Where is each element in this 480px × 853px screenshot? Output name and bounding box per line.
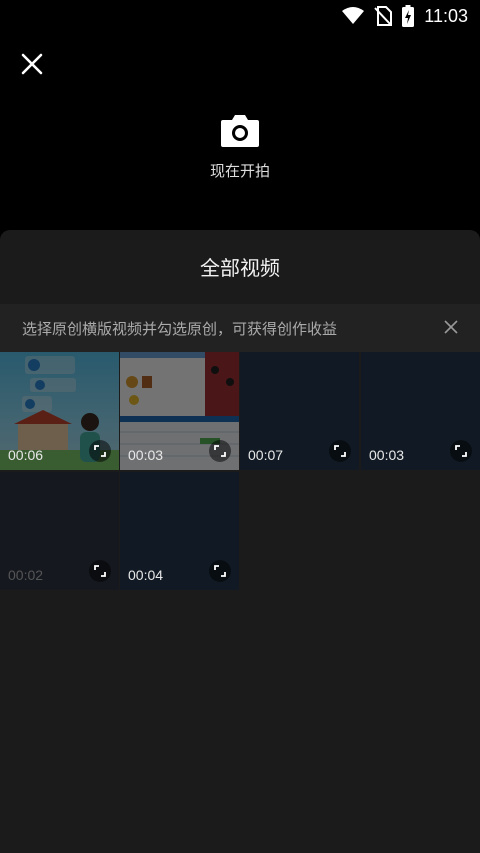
- video-duration: 00:06: [8, 447, 44, 463]
- tip-close-icon[interactable]: [444, 320, 458, 334]
- video-duration: 00:02: [8, 567, 44, 583]
- status-bar: 11:03: [0, 0, 480, 34]
- video-thumb[interactable]: 00:07: [240, 352, 359, 470]
- original-tip-bar: 选择原创横版视频并勾选原创，可获得创作收益: [0, 304, 480, 352]
- camera-icon: [221, 115, 259, 147]
- video-picker-sheet: 全部视频 选择原创横版视频并勾选原创，可获得创作收益 00:06 00:03 0…: [0, 230, 480, 853]
- video-duration: 00:03: [369, 447, 405, 463]
- tip-text: 选择原创横版视频并勾选原创，可获得创作收益: [22, 320, 338, 338]
- status-time: 11:03: [424, 5, 468, 26]
- video-thumb[interactable]: 00:06: [0, 352, 119, 470]
- video-thumb[interactable]: 00:03: [120, 352, 239, 470]
- video-duration: 00:04: [128, 567, 164, 583]
- expand-icon[interactable]: [329, 440, 351, 462]
- battery-charging-icon: [402, 5, 415, 27]
- video-thumb[interactable]: 00:02: [0, 472, 119, 590]
- status-icons: 11:03: [342, 5, 468, 27]
- expand-icon[interactable]: [89, 440, 111, 462]
- video-duration: 00:07: [248, 447, 284, 463]
- no-sim-icon: [374, 6, 393, 26]
- close-icon[interactable]: [18, 50, 46, 78]
- expand-icon[interactable]: [450, 440, 472, 462]
- wifi-icon: [342, 7, 365, 24]
- video-thumb[interactable]: 00:03: [361, 352, 480, 470]
- shoot-now-button[interactable]: 现在开拍: [190, 112, 290, 181]
- video-duration: 00:03: [128, 447, 164, 463]
- expand-icon[interactable]: [209, 560, 231, 582]
- expand-icon[interactable]: [209, 440, 231, 462]
- expand-icon[interactable]: [89, 560, 111, 582]
- video-thumb[interactable]: 00:04: [120, 472, 239, 590]
- shoot-now-label: 现在开拍: [209, 162, 270, 180]
- sheet-title: 全部视频: [200, 256, 280, 280]
